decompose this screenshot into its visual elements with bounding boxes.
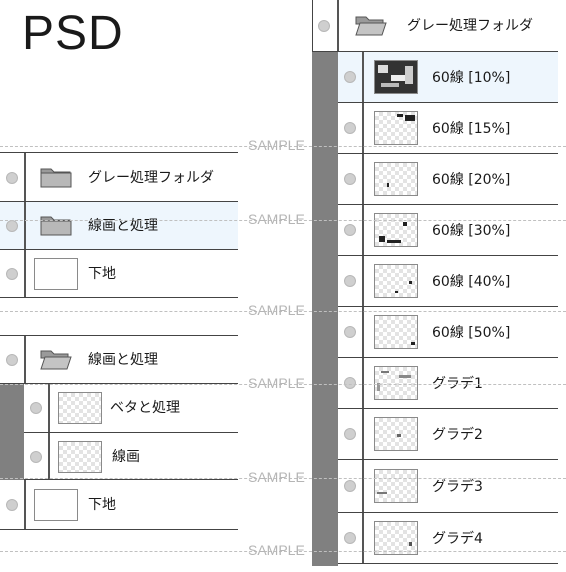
row-separator [48, 433, 50, 479]
row-separator [362, 358, 364, 408]
layer-label: 60線 [50%] [432, 325, 511, 341]
row-separator [24, 153, 26, 201]
watermark-text: SAMPLE [248, 137, 305, 153]
visibility-icon[interactable] [6, 172, 18, 184]
layer-row-grad-3[interactable]: グラデ3 [338, 460, 558, 513]
page-title: PSD [22, 7, 124, 60]
layer-thumbnail [374, 162, 418, 196]
watermark-text: SAMPLE [248, 542, 305, 558]
layer-label: グレー処理フォルダ [407, 18, 533, 34]
row-separator [362, 307, 364, 357]
visibility-icon[interactable] [344, 480, 356, 492]
row-separator [337, 0, 339, 51]
visibility-icon[interactable] [344, 428, 356, 440]
visibility-icon[interactable] [6, 220, 18, 232]
layer-row-gray-group[interactable]: グレー処理フォルダ [312, 0, 558, 52]
watermark-text: SAMPLE [248, 469, 305, 485]
layer-label: グラデ4 [432, 531, 483, 547]
visibility-icon[interactable] [344, 532, 356, 544]
layer-thumbnail [34, 489, 78, 521]
layer-row-60-40[interactable]: 60線 [40%] [338, 256, 558, 307]
layer-thumbnail [374, 521, 418, 555]
visibility-icon[interactable] [30, 451, 42, 463]
watermark-text: SAMPLE [248, 211, 305, 227]
folder-closed-icon [40, 166, 72, 188]
watermark-text: SAMPLE [248, 302, 305, 318]
layer-row-lineart-group[interactable]: 線画と処理 [0, 335, 238, 384]
layer-label: 60線 [15%] [432, 121, 511, 137]
layer-thumbnail [374, 417, 418, 451]
layer-label: 60線 [20%] [432, 172, 511, 188]
layer-label: グラデ2 [432, 427, 483, 443]
visibility-icon[interactable] [344, 173, 356, 185]
layer-row-grad-4[interactable]: グラデ4 [338, 513, 558, 564]
group-indent-gutter [0, 384, 24, 480]
layer-row-beta[interactable]: ベタと処理 [24, 384, 238, 433]
layer-label: 線画と処理 [88, 218, 158, 234]
layer-row-60-50[interactable]: 60線 [50%] [338, 307, 558, 358]
layer-label: 60線 [40%] [432, 274, 511, 290]
visibility-icon[interactable] [6, 354, 18, 366]
layer-row-gray-folder[interactable]: グレー処理フォルダ [0, 152, 238, 202]
layer-thumbnail [374, 60, 418, 94]
layer-label: グラデ3 [432, 479, 483, 495]
layer-thumbnail [374, 213, 418, 247]
layer-thumbnail [34, 258, 78, 290]
row-separator [48, 384, 50, 432]
row-separator [362, 52, 364, 102]
folder-open-icon [40, 348, 72, 370]
visibility-icon[interactable] [30, 402, 42, 414]
layer-thumbnail [374, 111, 418, 145]
row-separator [362, 205, 364, 255]
row-separator [24, 480, 26, 529]
group-indent-gutter [312, 52, 338, 566]
row-separator [362, 154, 364, 204]
row-separator [362, 513, 364, 563]
visibility-icon[interactable] [344, 122, 356, 134]
layer-thumbnail [58, 441, 102, 473]
layer-thumbnail [374, 469, 418, 503]
layer-row-60-20[interactable]: 60線 [20%] [338, 154, 558, 205]
row-separator [24, 250, 26, 297]
layer-label: 下地 [88, 266, 116, 282]
layer-row-lineart-folder[interactable]: 線画と処理 [0, 202, 238, 250]
layer-row-base[interactable]: 下地 [0, 250, 238, 298]
visibility-icon[interactable] [344, 377, 356, 389]
layer-label: ベタと処理 [110, 400, 180, 416]
layer-label: 60線 [10%] [432, 70, 511, 86]
layer-row-60-30[interactable]: 60線 [30%] [338, 205, 558, 256]
visibility-icon[interactable] [344, 326, 356, 338]
layer-thumbnail [374, 264, 418, 298]
layer-thumbnail [374, 315, 418, 349]
layer-thumbnail [374, 366, 418, 400]
visibility-icon[interactable] [344, 275, 356, 287]
visibility-icon[interactable] [344, 224, 356, 236]
layer-label: 線画 [112, 449, 140, 465]
row-separator [362, 256, 364, 306]
layer-thumbnail [58, 392, 102, 424]
visibility-icon[interactable] [318, 20, 330, 32]
row-separator [362, 409, 364, 459]
visibility-icon[interactable] [6, 268, 18, 280]
visibility-icon[interactable] [344, 71, 356, 83]
layer-row-grad-2[interactable]: グラデ2 [338, 409, 558, 460]
folder-open-icon [355, 14, 387, 36]
layer-label: グラデ1 [432, 376, 483, 392]
layer-row-60-10[interactable]: 60線 [10%] [338, 52, 558, 103]
layer-row-base-2[interactable]: 下地 [0, 480, 238, 530]
watermark-text: SAMPLE [248, 375, 305, 391]
layer-label: グレー処理フォルダ [88, 170, 214, 186]
row-separator [24, 336, 26, 383]
layer-label: 60線 [30%] [432, 223, 511, 239]
folder-closed-icon [40, 214, 72, 236]
layer-row-lineart[interactable]: 線画 [24, 433, 238, 480]
layer-label: 線画と処理 [88, 352, 158, 368]
visibility-icon[interactable] [6, 499, 18, 511]
row-separator [362, 460, 364, 512]
row-separator [24, 202, 26, 249]
layer-label: 下地 [88, 497, 116, 513]
